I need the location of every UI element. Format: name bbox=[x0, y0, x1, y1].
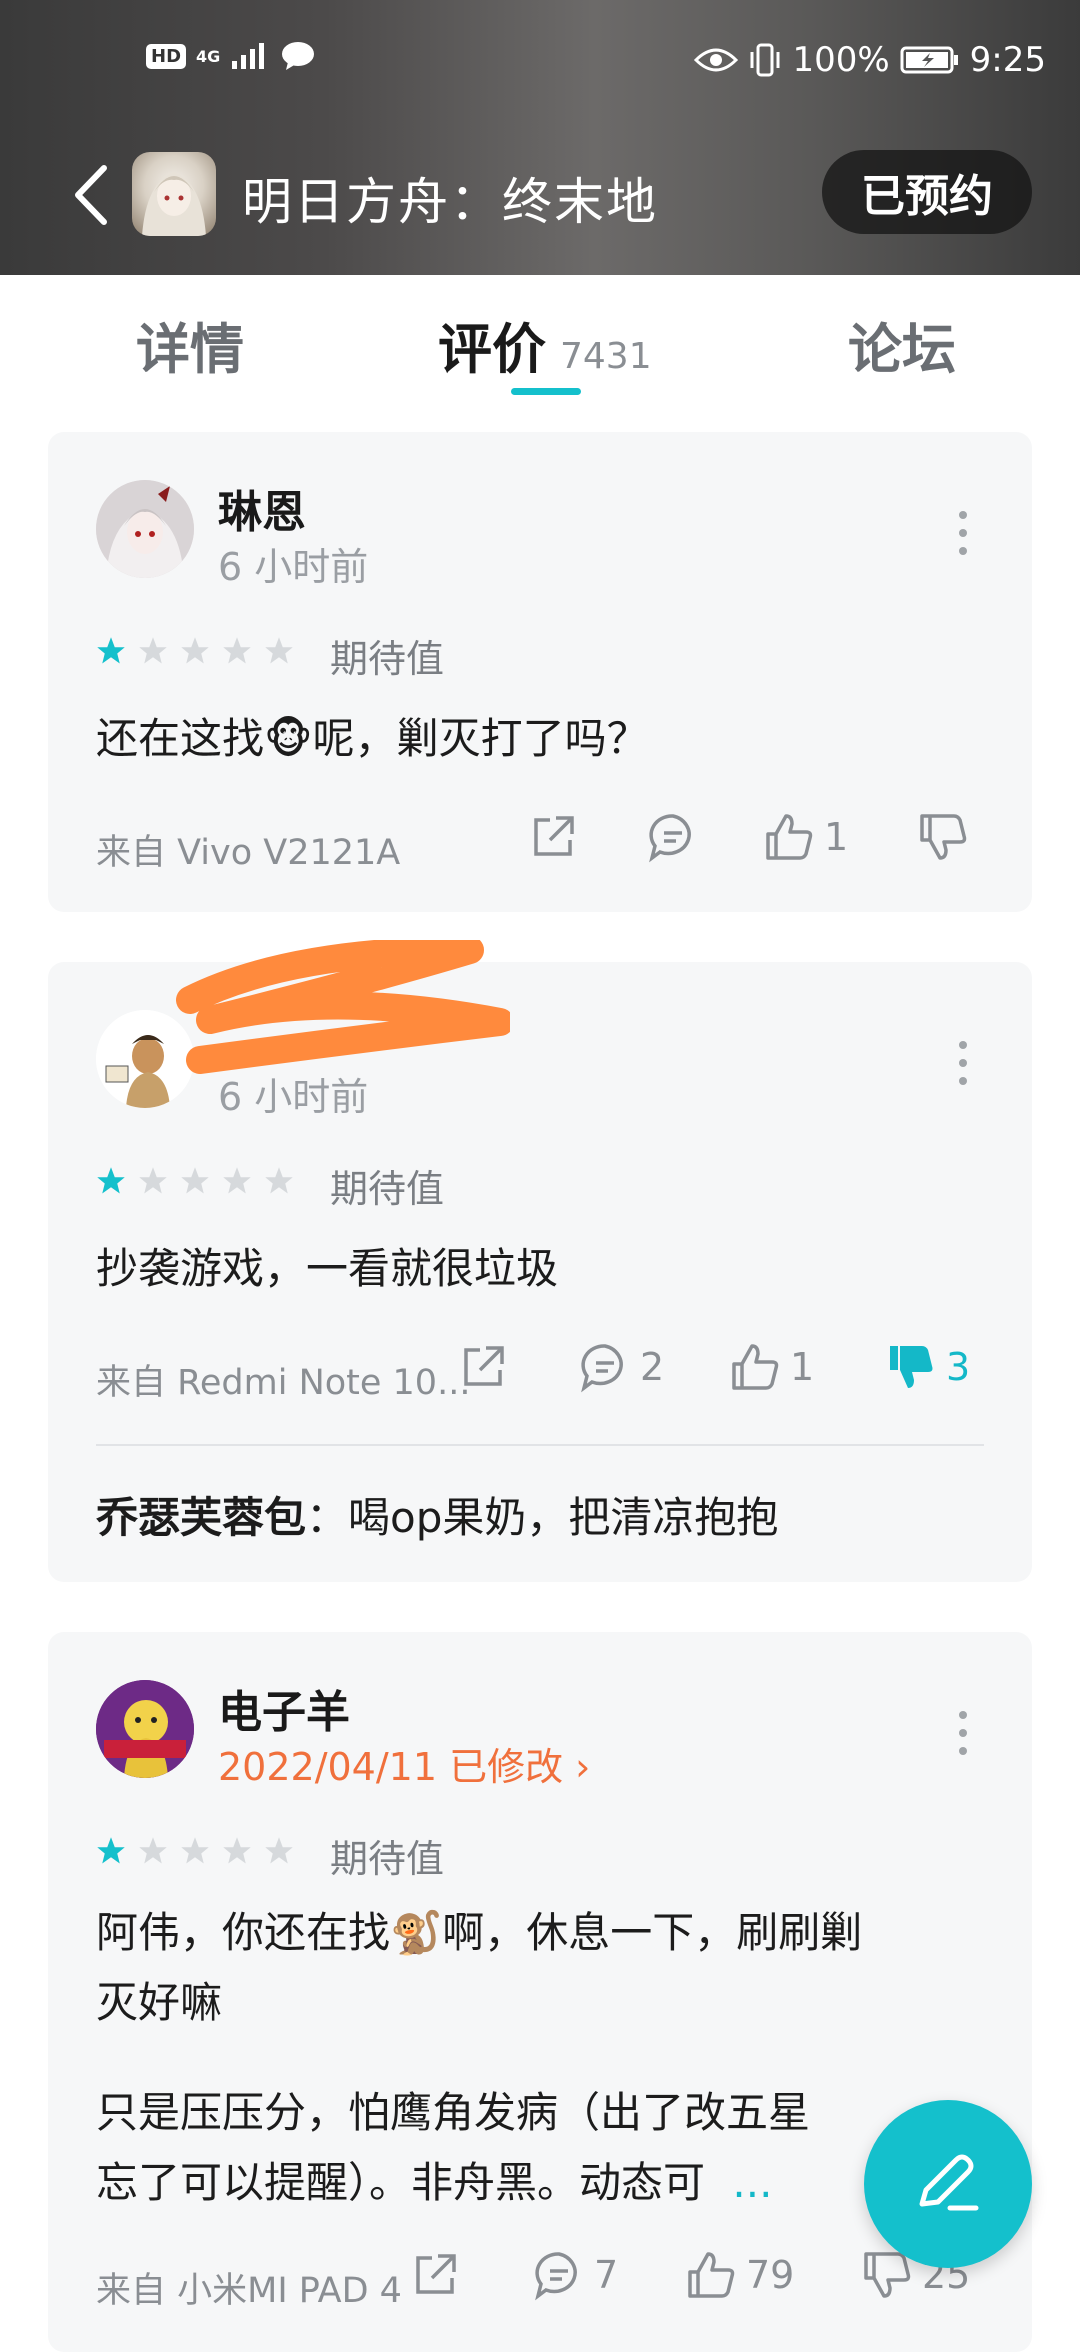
rating-stars bbox=[96, 1836, 294, 1866]
like-count: 79 bbox=[746, 2253, 795, 2297]
rating-stars bbox=[96, 636, 294, 666]
more-options-icon[interactable] bbox=[958, 510, 968, 556]
thumbs-down-filled-icon bbox=[890, 1346, 933, 1388]
share-button[interactable] bbox=[408, 2248, 462, 2302]
review-card[interactable]: 琳恩 6 小时前 期待值 还在这找🐵呢，剿灭打了吗？ 来自 Vivo V2121… bbox=[48, 432, 1032, 912]
reply-text: ：喝op果奶，把清凉抱抱 bbox=[306, 1493, 779, 1542]
share-icon bbox=[416, 2254, 456, 2294]
comment-icon bbox=[649, 814, 691, 863]
nav-bar: 明日方舟：终末地 已预约 bbox=[0, 148, 1080, 244]
expand-more-link[interactable]: ... bbox=[732, 2158, 772, 2207]
modified-date-link[interactable]: 2022/04/11 已修改 › bbox=[218, 1736, 590, 1791]
review-text: 还在这找🐵呢，剿灭打了吗？ bbox=[96, 714, 649, 763]
redaction-scribble bbox=[176, 940, 510, 1074]
network-type: 4G bbox=[196, 46, 221, 66]
battery-percent: 100% bbox=[792, 40, 890, 80]
thumbs-up-icon bbox=[766, 814, 813, 860]
star-empty-icon bbox=[139, 637, 167, 664]
star-filled-icon bbox=[97, 1167, 125, 1194]
star-empty-icon bbox=[265, 1837, 293, 1864]
comment-button[interactable] bbox=[646, 810, 708, 864]
rating-label: 期待值 bbox=[330, 637, 445, 681]
share-icon bbox=[534, 816, 574, 856]
review-text: 抄袭游戏，一看就很垃圾 bbox=[96, 1244, 559, 1293]
like-button[interactable]: 1 bbox=[728, 1340, 814, 1394]
more-options-icon[interactable] bbox=[958, 1710, 968, 1756]
comment-icon bbox=[535, 2252, 577, 2301]
hd-indicator: HD bbox=[146, 43, 187, 69]
like-button[interactable]: 79 bbox=[684, 2248, 794, 2302]
thumbs-up-icon bbox=[732, 1344, 779, 1390]
review-text-line: 忘了可以提醒）。非舟黑。动态可 ... bbox=[96, 2158, 773, 2207]
rating-label: 期待值 bbox=[330, 1837, 445, 1881]
tab-forum[interactable]: 论坛 bbox=[848, 305, 956, 384]
comment-count: 2 bbox=[640, 1345, 665, 1389]
star-empty-icon bbox=[223, 637, 251, 664]
signal-icon bbox=[232, 43, 265, 69]
thumbs-down-icon bbox=[920, 814, 967, 860]
write-review-button[interactable] bbox=[864, 2100, 1032, 2268]
share-icon bbox=[464, 1346, 504, 1386]
tab-details[interactable]: 详情 bbox=[136, 305, 244, 384]
tab-bar: 详情 评价 7431 论坛 bbox=[0, 275, 1080, 415]
star-empty-icon bbox=[181, 1837, 209, 1864]
star-filled-icon bbox=[97, 1837, 125, 1864]
star-filled-icon bbox=[97, 637, 125, 664]
back-arrow-icon[interactable] bbox=[66, 162, 114, 228]
like-button[interactable]: 1 bbox=[762, 810, 848, 864]
star-empty-icon bbox=[139, 1837, 167, 1864]
comment-count: 7 bbox=[594, 2253, 619, 2297]
review-count: 7431 bbox=[560, 336, 652, 377]
username[interactable]: 琳恩 bbox=[218, 476, 306, 540]
dislike-button[interactable] bbox=[916, 810, 978, 864]
device-label: 来自 Vivo V2121A bbox=[96, 833, 401, 873]
star-empty-icon bbox=[139, 1167, 167, 1194]
reply-preview[interactable]: 乔瑟芙蓉包：喝op果奶，把清凉抱抱 bbox=[96, 1484, 778, 1545]
comment-button[interactable]: 2 bbox=[578, 1340, 664, 1394]
share-button[interactable] bbox=[456, 1340, 510, 1394]
rating-stars bbox=[96, 1166, 294, 1196]
status-bar: HD 4G 100% 9:25 bbox=[0, 40, 1080, 90]
eye-icon bbox=[694, 48, 739, 72]
tab-reviews[interactable]: 评价 7431 bbox=[438, 305, 652, 384]
like-count: 1 bbox=[824, 815, 849, 859]
clock: 9:25 bbox=[969, 40, 1046, 80]
message-icon bbox=[282, 42, 315, 70]
avatar[interactable] bbox=[96, 480, 194, 578]
reply-author[interactable]: 乔瑟芙蓉包 bbox=[96, 1493, 306, 1542]
more-options-icon[interactable] bbox=[958, 1040, 968, 1086]
review-time: 6 小时前 bbox=[218, 545, 369, 589]
app-header: HD 4G 100% 9:25 明日方舟：终末地 已预约 bbox=[0, 0, 1080, 275]
reserved-button[interactable]: 已预约 bbox=[822, 150, 1032, 234]
game-title: 明日方舟：终末地 bbox=[242, 173, 658, 231]
review-text-line: 灭好嘛 bbox=[96, 1978, 223, 2027]
review-text-line: 只是压压分，怕鹰角发病（出了改五星 bbox=[96, 2088, 811, 2137]
comment-button[interactable]: 7 bbox=[532, 2248, 618, 2302]
divider bbox=[96, 1444, 984, 1446]
username[interactable]: 电子羊 bbox=[218, 1676, 350, 1740]
comment-icon bbox=[581, 1344, 623, 1393]
review-card[interactable]: 电子羊 2022/04/11 已修改 › 期待值 阿伟，你还在找🐒啊，休息一下，… bbox=[48, 1632, 1032, 2352]
star-empty-icon bbox=[223, 1837, 251, 1864]
game-icon bbox=[132, 152, 216, 236]
pen-icon bbox=[919, 2154, 979, 2211]
share-button[interactable] bbox=[526, 810, 580, 864]
star-empty-icon bbox=[181, 1167, 209, 1194]
avatar[interactable] bbox=[96, 1680, 194, 1778]
dislike-count: 3 bbox=[946, 1345, 971, 1389]
rating-label: 期待值 bbox=[330, 1167, 445, 1211]
star-empty-icon bbox=[265, 1167, 293, 1194]
star-empty-icon bbox=[265, 637, 293, 664]
star-empty-icon bbox=[223, 1167, 251, 1194]
like-count: 1 bbox=[790, 1345, 815, 1389]
review-text-line: 阿伟，你还在找🐒啊，休息一下，刷刷剿 bbox=[96, 1908, 863, 1957]
thumbs-up-icon bbox=[688, 2252, 735, 2298]
dislike-button-active[interactable]: 3 bbox=[884, 1340, 970, 1394]
battery-icon bbox=[900, 46, 958, 74]
star-empty-icon bbox=[181, 637, 209, 664]
device-label: 来自 Redmi Note 10... bbox=[96, 1363, 471, 1403]
device-label: 来自 小米MI PAD 4 bbox=[96, 2271, 402, 2311]
active-tab-indicator bbox=[511, 388, 581, 395]
vibrate-icon bbox=[750, 43, 780, 77]
